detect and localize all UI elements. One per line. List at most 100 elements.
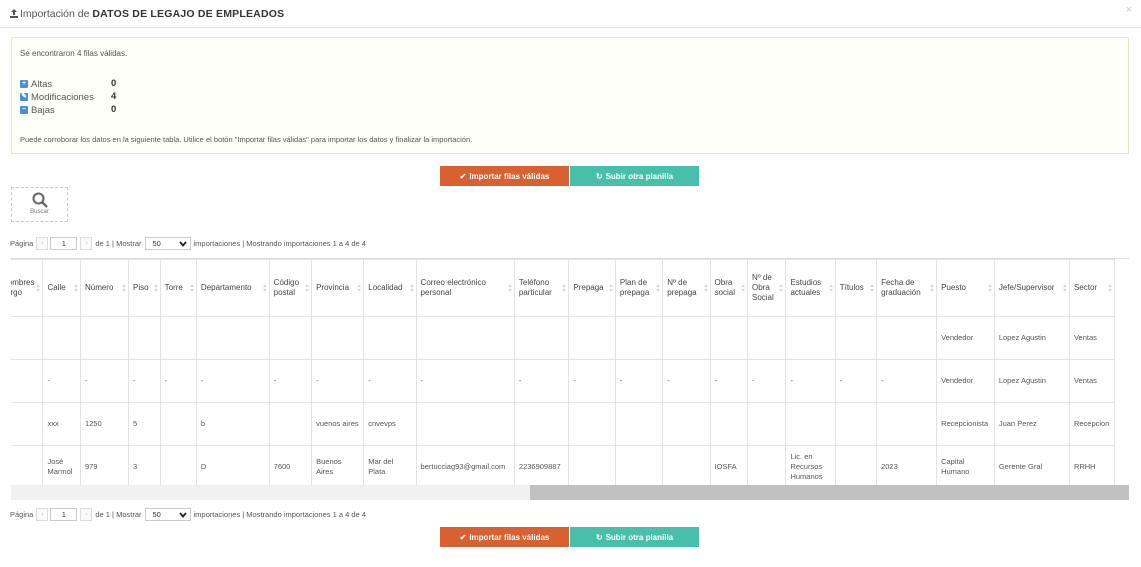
summary-panel: Se encontraron 4 filas válidas. + Altas … (11, 37, 1129, 154)
table-cell (513, 402, 570, 446)
column-header[interactable]: Estudios actuales (785, 259, 836, 317)
page-input[interactable]: 1 (50, 236, 78, 250)
column-header[interactable]: Nº de prepaga (662, 259, 711, 317)
table-cell: Ventas (1068, 316, 1116, 360)
table-cell (709, 316, 748, 360)
summary-label: Modificaciones (31, 91, 94, 103)
column-header[interactable]: Torre (159, 259, 197, 317)
page-input[interactable]: 1 (50, 507, 78, 521)
column-header[interactable]: Puesto (936, 259, 995, 317)
prev-page-icon[interactable]: ‹ (36, 236, 49, 250)
table-cell (11, 316, 44, 360)
import-table-container[interactable]: Nombres cargoCalleNúmeroPisoTorreDeparta… (11, 258, 1129, 485)
sort-icon (409, 284, 414, 292)
search-icon (32, 192, 48, 208)
column-header[interactable]: Prepaga (568, 259, 616, 317)
table-cell (568, 445, 616, 485)
table-cell (311, 316, 365, 360)
next-page-icon[interactable]: › (80, 507, 93, 521)
column-header[interactable]: Calle (42, 259, 81, 317)
column-header[interactable]: Provincia (311, 259, 365, 317)
column-header[interactable]: Obra social (709, 259, 748, 317)
search-label: Buscar (30, 209, 49, 215)
table-cell: Gerente Gral (993, 445, 1070, 485)
table-cell (614, 316, 664, 360)
sort-icon (1108, 284, 1112, 292)
table-cell: IOSFA (709, 445, 748, 485)
summary-value: 0 (111, 78, 117, 89)
summary-label: Altas (31, 78, 53, 90)
sort-icon (930, 284, 935, 292)
table-cell: - (568, 359, 616, 403)
import-valid-rows-button[interactable]: ✔ Importar filas válidas (440, 166, 569, 186)
prev-page-icon[interactable]: ‹ (36, 507, 49, 521)
table-header-row: Nombres cargoCalleNúmeroPisoTorreDeparta… (11, 259, 1116, 317)
sort-icon (656, 284, 661, 292)
table-cell: Buenos Aires (311, 445, 365, 485)
sort-icon (703, 284, 708, 292)
per-page-select[interactable]: 50 (144, 236, 191, 250)
table-cell: Lic. en Recursos Humanos (785, 445, 836, 485)
minus-square-icon: − (20, 106, 28, 114)
column-header[interactable]: Piso (128, 259, 161, 317)
column-header[interactable]: Fecha de graduación (876, 259, 938, 317)
summary-row-bajas: − Bajas 0 (20, 104, 116, 116)
table-cell (876, 316, 938, 360)
horizontal-scrollbar[interactable] (11, 485, 1129, 500)
table-cell: Mar del Plata (363, 445, 417, 485)
table-cell (662, 445, 711, 485)
import-valid-rows-button[interactable]: ✔ Importar filas válidas (440, 527, 569, 547)
table-cell (268, 402, 313, 446)
sort-icon (1062, 284, 1067, 292)
table-cell: D (195, 445, 270, 485)
table-row[interactable]: Vendedor Lopez Agustin Ventas (11, 316, 1116, 360)
table-cell (42, 316, 81, 360)
table-cell (876, 402, 938, 446)
column-header[interactable]: Jefe/Supervisor (993, 259, 1070, 317)
close-icon[interactable]: × (1126, 4, 1132, 16)
table-cell: 2023 (876, 445, 938, 485)
scrollbar-thumb[interactable] (530, 485, 1129, 500)
table-cell: - (79, 359, 130, 403)
column-header[interactable]: Títulos (834, 259, 878, 317)
column-header[interactable]: Código postal (268, 259, 313, 317)
summary-value: 4 (111, 91, 117, 102)
upload-another-sheet-button[interactable]: ↻ Subir otra planilla (570, 166, 699, 186)
column-header[interactable]: Nombres cargo (11, 259, 44, 317)
table-cell: José Marmol (42, 445, 81, 485)
column-header[interactable]: Plan de prepaga (614, 259, 664, 317)
table-cell (159, 445, 197, 485)
upload-another-sheet-button[interactable]: ↻ Subir otra planilla (570, 527, 699, 547)
table-row[interactable]: José Marmol 979 3 D 7600 Buenos Aires Mar del … (11, 445, 1116, 485)
table-row[interactable]: - - - - - - - - - - - - - - - - - - Vendedor Lopez Agustin V… (11, 359, 1116, 403)
column-header[interactable]: Sector (1068, 259, 1116, 317)
column-header[interactable]: Departamento (195, 259, 270, 317)
table-cell (785, 316, 836, 360)
table-cell: Lopez Agustin (993, 316, 1070, 360)
next-page-icon[interactable]: › (80, 236, 93, 250)
table-cell: - (513, 359, 570, 403)
check-icon: ✔ (459, 532, 467, 542)
column-header[interactable]: Localidad (363, 259, 417, 317)
column-header[interactable]: Número (79, 259, 130, 317)
table-cell: - (709, 359, 748, 403)
table-cell: Recepcionista (936, 402, 995, 446)
search-button[interactable]: Buscar (11, 187, 68, 222)
table-cell: 2236909887 (513, 445, 570, 485)
column-header[interactable]: Nº de Obra Social (746, 259, 787, 317)
sort-icon (779, 284, 784, 292)
table-cell (159, 402, 197, 446)
column-header[interactable]: Teléfono particular (513, 259, 570, 317)
table-row[interactable]: xxx 1250 5 b vuenos aires cnvevps Recepcionist… (11, 402, 1116, 446)
sort-icon (870, 284, 875, 292)
table-cell: - (311, 359, 365, 403)
summary-row-modificaciones: ✎ Modificaciones 4 (20, 91, 116, 103)
table-cell: cnvevps (363, 402, 417, 446)
table-cell: - (128, 359, 161, 403)
table-cell: - (42, 359, 81, 403)
per-page-select[interactable]: 50 (144, 507, 191, 521)
column-header[interactable]: Correo electrónico personal (415, 259, 515, 317)
table-cell (834, 402, 878, 446)
pager-bottom: Página ‹ 1 › de 1 | Mostrar 50 importaci… (10, 507, 366, 521)
table-cell: vuenos aires (311, 402, 365, 446)
